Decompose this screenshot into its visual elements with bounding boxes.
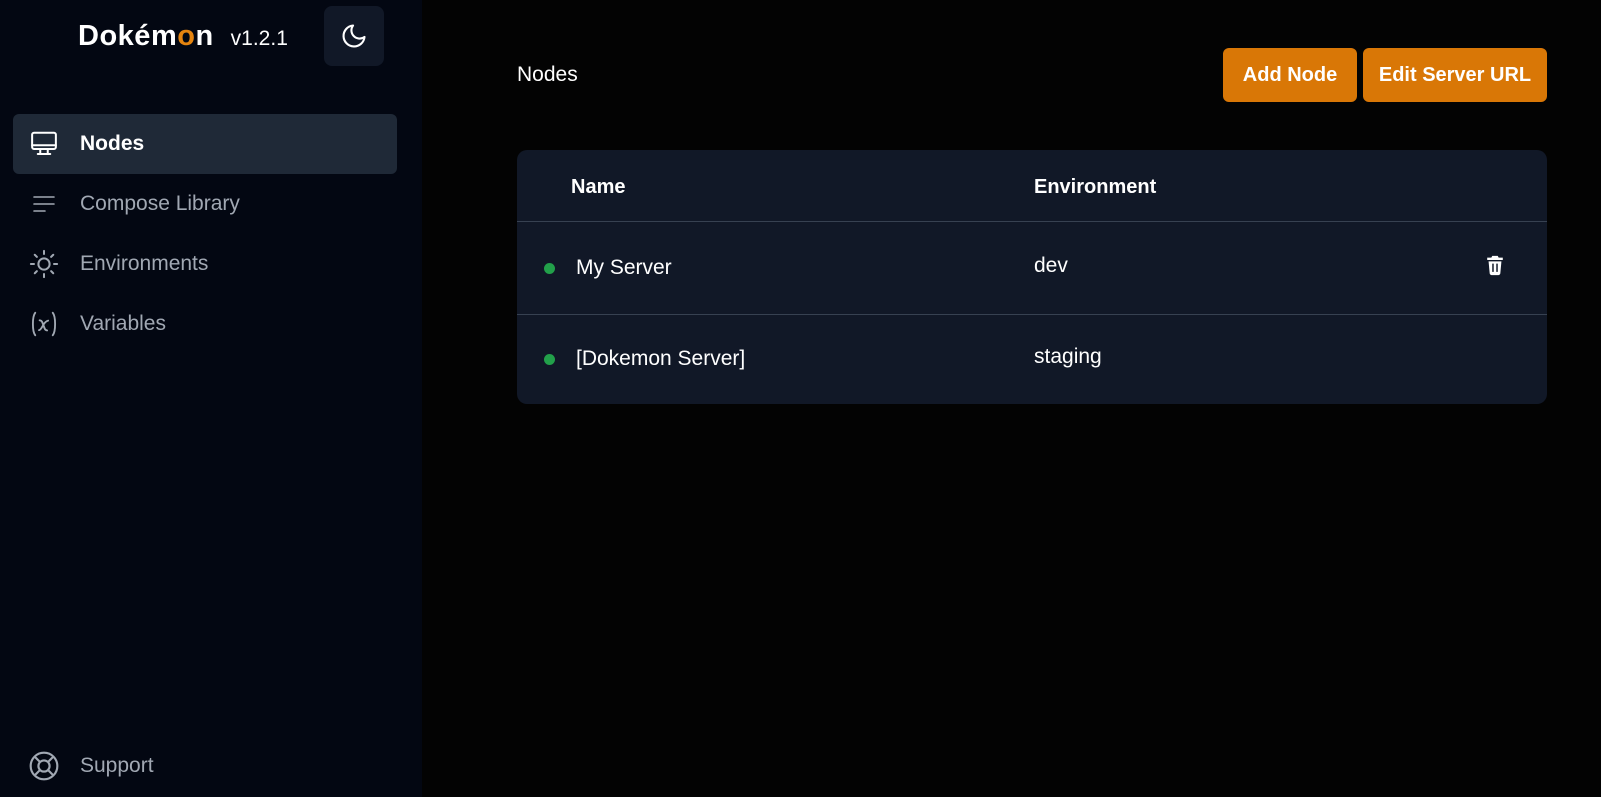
sidebar-item-nodes[interactable]: Nodes xyxy=(13,114,397,174)
sidebar-item-label: Variables xyxy=(80,312,166,335)
sidebar-item-support[interactable]: Support xyxy=(13,736,397,796)
nodes-table: Name Environment My Server dev [Dokemon … xyxy=(517,150,1547,404)
lifebuoy-icon xyxy=(28,750,60,782)
table-row[interactable]: [Dokemon Server] staging xyxy=(517,314,1547,404)
brand: Dokémon v1.2.1 xyxy=(78,20,288,54)
sidebar-item-environments[interactable]: Environments xyxy=(13,234,397,294)
monitor-icon xyxy=(28,128,60,160)
brand-logo: Dokémon xyxy=(78,20,214,52)
main-content: Nodes Add Node Edit Server URL Name Envi… xyxy=(422,0,1601,797)
sidebar-item-variables[interactable]: Variables xyxy=(13,294,397,354)
table-header: Name Environment xyxy=(517,150,1547,222)
column-header-environment: Environment xyxy=(1034,176,1157,198)
sidebar-item-label: Compose Library xyxy=(80,192,240,215)
page-title: Nodes xyxy=(517,63,578,86)
sidebar-item-label: Nodes xyxy=(80,132,145,155)
status-online-indicator xyxy=(544,354,555,365)
trash-icon[interactable] xyxy=(1484,253,1506,277)
moon-icon xyxy=(342,24,366,48)
sun-icon xyxy=(28,248,60,280)
node-name: My Server xyxy=(576,256,672,279)
edit-server-url-button[interactable]: Edit Server URL xyxy=(1363,48,1547,102)
sidebar-nav: Nodes Compose Library Environments Varia… xyxy=(13,114,397,354)
variable-x-icon xyxy=(28,308,60,340)
node-environment: staging xyxy=(1034,345,1102,368)
app-version: v1.2.1 xyxy=(230,27,288,50)
column-header-name: Name xyxy=(571,176,626,198)
sidebar-item-label: Environments xyxy=(80,252,209,275)
node-environment: dev xyxy=(1034,254,1068,277)
node-name: [Dokemon Server] xyxy=(576,347,746,370)
status-online-indicator xyxy=(544,263,555,274)
sidebar-item-compose-library[interactable]: Compose Library xyxy=(13,174,397,234)
sidebar: Dokémon v1.2.1 Nodes Compose Library Env… xyxy=(0,0,422,797)
lines-icon xyxy=(28,188,60,220)
table-row[interactable]: My Server dev xyxy=(517,223,1547,314)
add-node-button[interactable]: Add Node xyxy=(1223,48,1357,102)
theme-toggle-button[interactable] xyxy=(324,6,384,66)
sidebar-item-label: Support xyxy=(80,754,154,777)
